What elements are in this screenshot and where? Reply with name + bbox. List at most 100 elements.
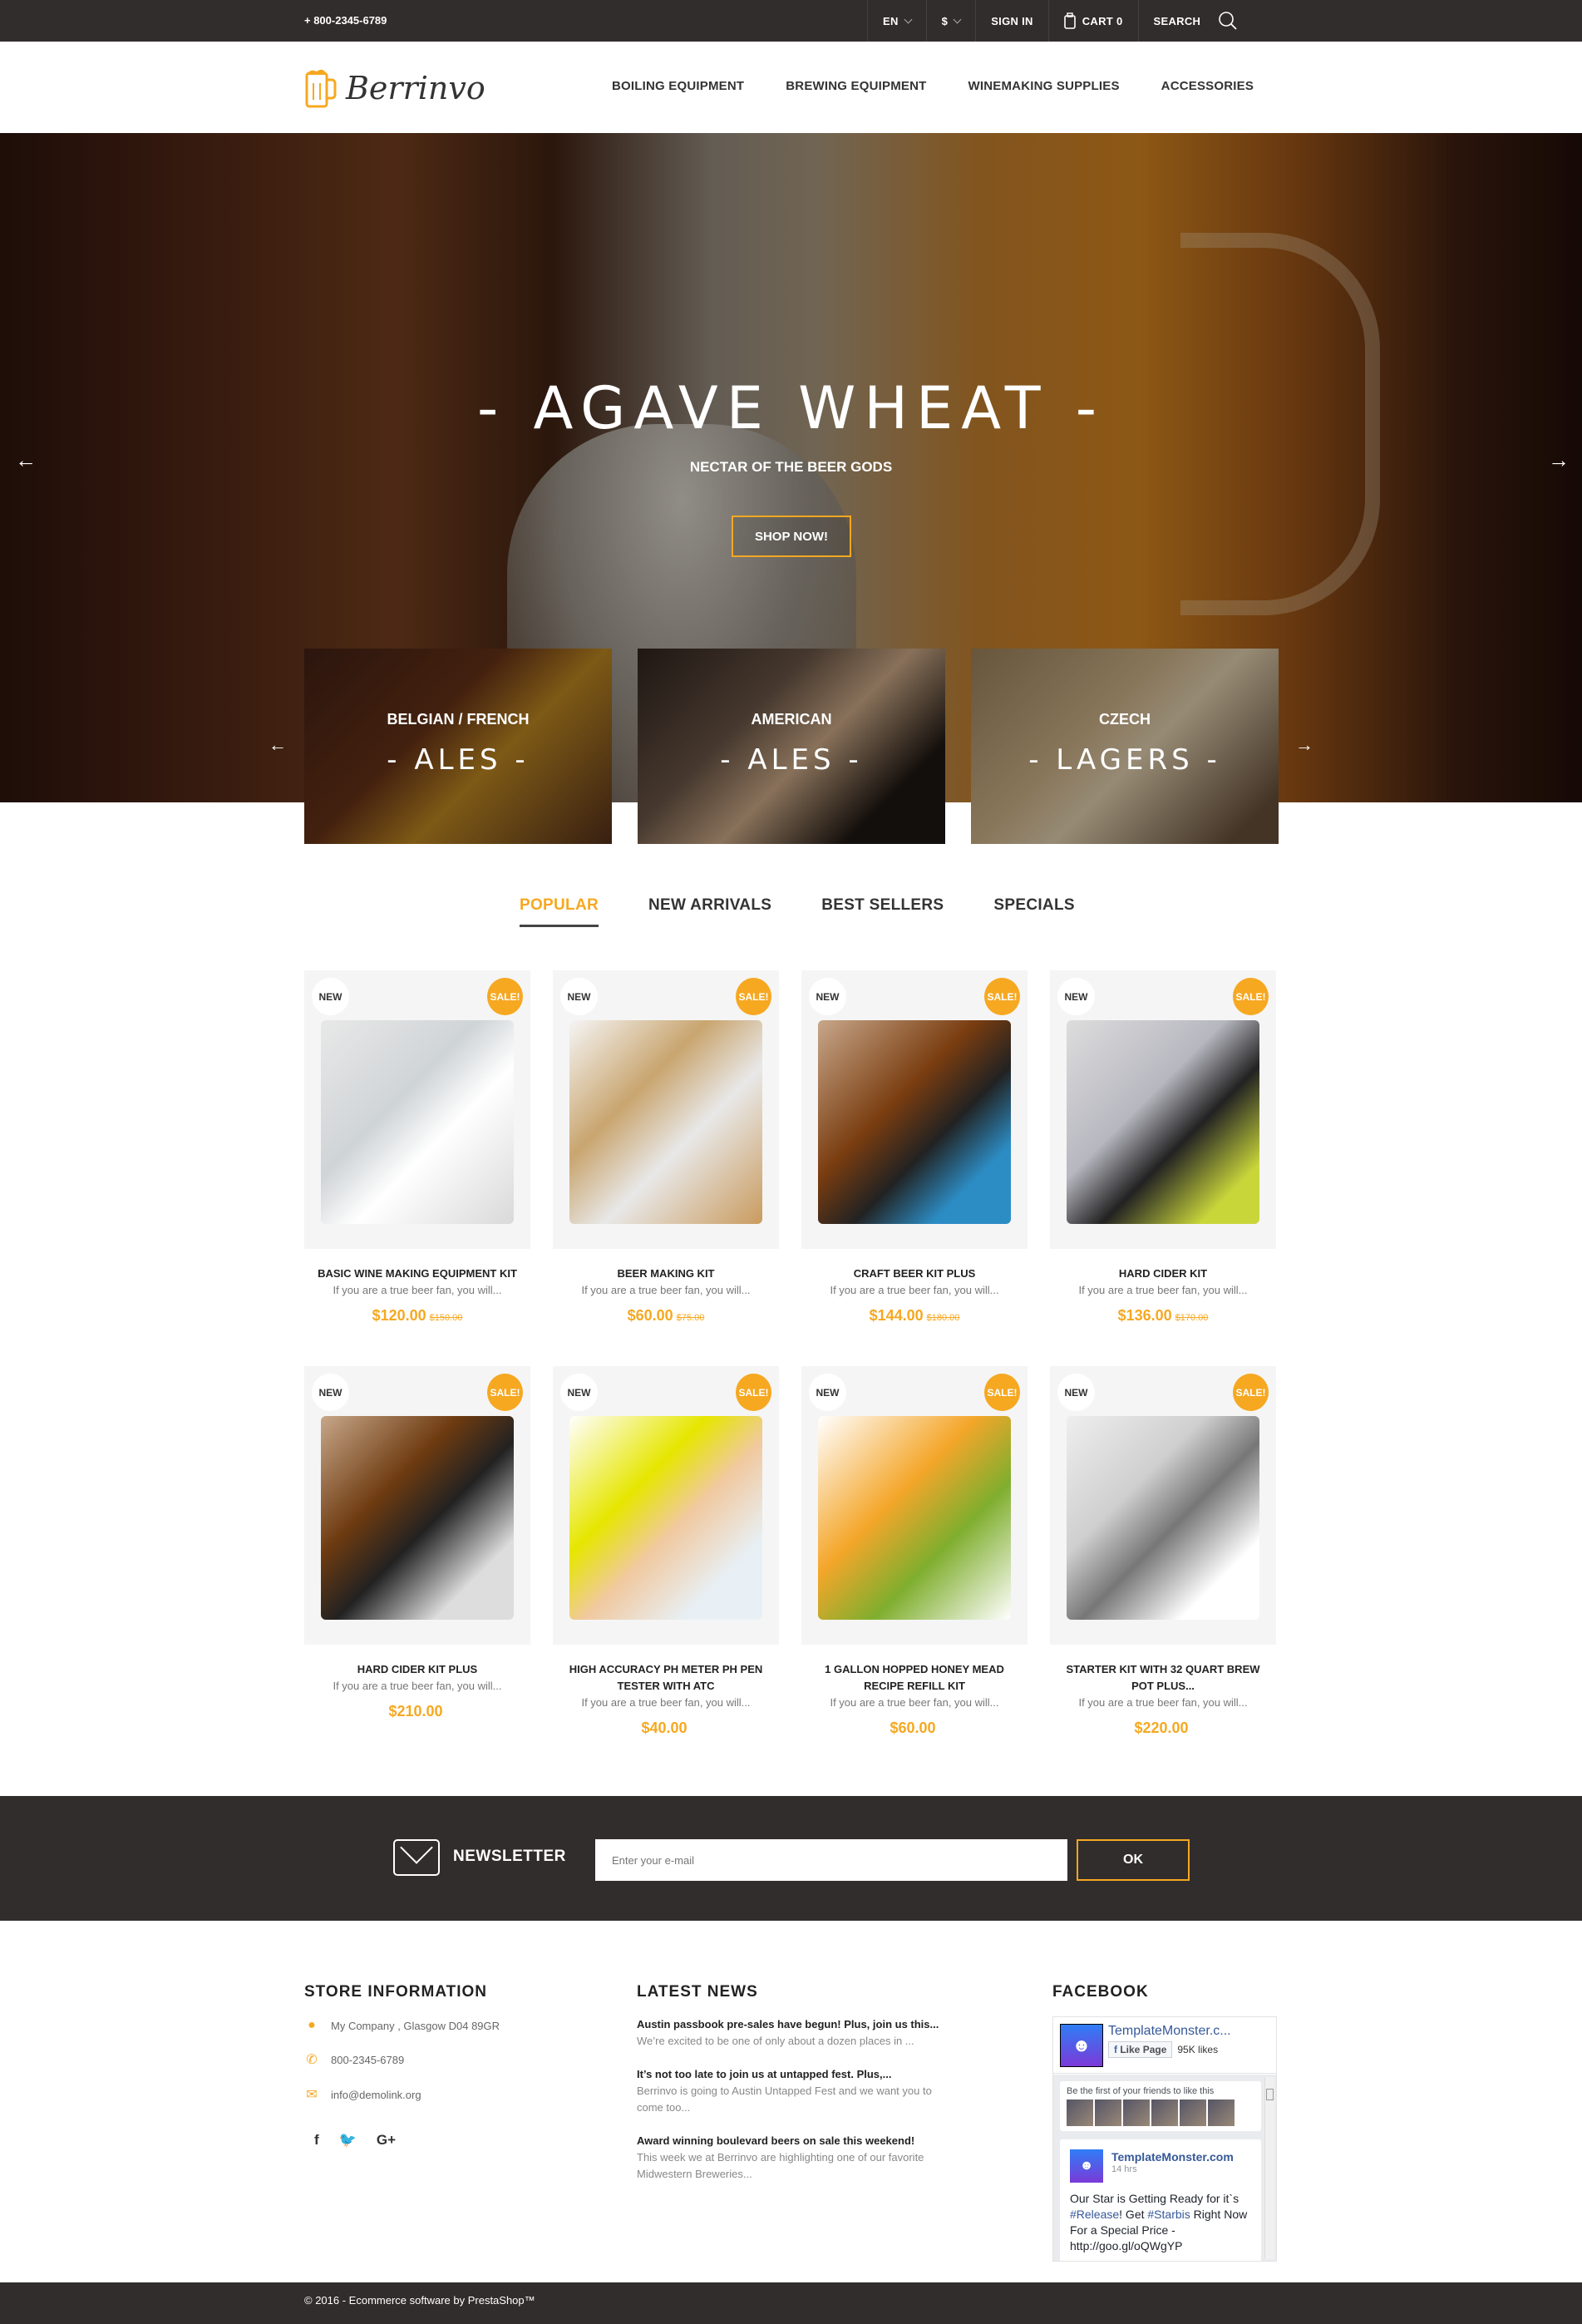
product-image[interactable]: NEW SALE! [553, 970, 779, 1249]
nav-winemaking-supplies[interactable]: WINEMAKING SUPPLIES [968, 79, 1120, 93]
news-title[interactable]: It’s not too late to join us at untapped… [637, 2066, 953, 2083]
tab-new-arrivals[interactable]: NEW ARRIVALS [648, 896, 771, 927]
category-prev-arrow-icon[interactable]: ← [269, 734, 287, 756]
product-card[interactable]: NEW SALE! CRAFT BEER KIT PLUS If you are a … [801, 970, 1028, 1325]
product-image[interactable]: NEW SALE! [801, 970, 1028, 1249]
facebook-icon[interactable]: f [314, 2132, 319, 2149]
google-plus-icon[interactable]: G+ [377, 2132, 396, 2149]
product-image[interactable]: NEW SALE! [801, 1366, 1028, 1645]
category-banner-belgian-ales[interactable]: BELGIAN / FRENCH - ALES - [304, 649, 612, 844]
beer-mug-icon [305, 69, 337, 108]
product-card[interactable]: NEW SALE! 1 GALLON HOPPED HONEY MEAD RECIP… [801, 1366, 1028, 1737]
avatar[interactable] [1151, 2099, 1178, 2126]
facebook-widget: FACEBOOK ☻ TemplateMonster.c... f Like P… [1052, 1983, 1277, 2262]
tab-popular[interactable]: POPULAR [520, 896, 599, 927]
product-price: $210.00 [304, 1703, 530, 1720]
templatemonster-logo-icon[interactable]: ☻ [1060, 2024, 1103, 2067]
product-card[interactable]: NEW SALE! STARTER KIT WITH 32 QUART BREW P… [1050, 1366, 1276, 1737]
hashtag-link[interactable]: #Release [1070, 2208, 1119, 2221]
product-photo [321, 1020, 514, 1224]
product-price: $136.00 $170.00 [1050, 1307, 1276, 1325]
shop-now-button[interactable]: SHOP NOW! [732, 516, 851, 557]
new-badge: NEW [809, 978, 846, 1015]
cart-button[interactable]: CART 0 [1047, 0, 1138, 42]
category-banner-czech-lagers[interactable]: CZECH - LAGERS - [971, 649, 1279, 844]
new-badge: NEW [560, 1374, 598, 1411]
avatar[interactable] [1180, 2099, 1206, 2126]
email-icon: ✉ [306, 2088, 318, 2102]
fb-page-name[interactable]: TemplateMonster.c... [1108, 2024, 1231, 2039]
category-type: - ALES - [720, 743, 863, 777]
nav-brewing-equipment[interactable]: BREWING EQUIPMENT [786, 79, 926, 93]
fb-scrollbar-thumb[interactable] [1266, 2089, 1274, 2100]
news-title[interactable]: Austin passbook pre-sales have begun! Pl… [637, 2016, 953, 2033]
avatar[interactable] [1095, 2099, 1121, 2126]
store-email[interactable]: info@demolink.org [331, 2089, 421, 2101]
product-card[interactable]: NEW SALE! HARD CIDER KIT If you are a true … [1050, 970, 1276, 1325]
templatemonster-logo-icon[interactable]: ☻ [1070, 2149, 1103, 2183]
product-title[interactable]: BASIC WINE MAKING EQUIPMENT KIT [304, 1266, 530, 1282]
tab-specials[interactable]: SPECIALS [993, 896, 1074, 927]
product-title[interactable]: HARD CIDER KIT [1050, 1266, 1276, 1282]
product-description: If you are a true beer fan, you will... [830, 1696, 999, 1709]
hashtag-link[interactable]: #Starbis [1147, 2208, 1190, 2221]
cart-icon [1063, 12, 1076, 29]
news-item[interactable]: Award winning boulevard beers on sale th… [637, 2133, 953, 2183]
arrow-left-icon[interactable]: ← [15, 447, 37, 473]
currency-selector[interactable]: $ [925, 0, 976, 42]
product-photo [569, 1416, 762, 1620]
product-title[interactable]: 1 GALLON HOPPED HONEY MEAD RECIPE REFILL… [801, 1661, 1028, 1695]
product-title[interactable]: HARD CIDER KIT PLUS [304, 1661, 530, 1678]
sign-in-link[interactable]: SIGN IN [975, 0, 1048, 42]
product-description: If you are a true beer fan, you will... [581, 1696, 751, 1709]
product-title[interactable]: HIGH ACCURACY PH METER PH PEN TESTER WIT… [553, 1661, 779, 1695]
newsletter-email-input[interactable] [595, 1839, 1067, 1881]
product-image[interactable]: NEW SALE! [1050, 1366, 1276, 1645]
news-title[interactable]: Award winning boulevard beers on sale th… [637, 2133, 953, 2149]
sale-badge: SALE! [1233, 1374, 1269, 1411]
fb-like-page-button[interactable]: f Like Page [1108, 2041, 1173, 2058]
product-card[interactable]: NEW SALE! BEER MAKING KIT If you are a true… [553, 970, 779, 1325]
category-next-arrow-icon[interactable]: → [1295, 734, 1313, 756]
category-banner-american-ales[interactable]: AMERICAN - ALES - [638, 649, 945, 844]
search-button[interactable]: SEARCH [1137, 0, 1254, 42]
product-card[interactable]: NEW SALE! BASIC WINE MAKING EQUIPMENT KIT I… [304, 970, 530, 1325]
product-photo [818, 1020, 1011, 1224]
new-badge: NEW [312, 978, 349, 1015]
product-card[interactable]: NEW SALE! HIGH ACCURACY PH METER PH PEN TE… [553, 1366, 779, 1737]
social-links: f 🐦 G+ [314, 2132, 500, 2149]
news-item[interactable]: It’s not too late to join us at untapped… [637, 2066, 953, 2116]
product-description: If you are a true beer fan, you will... [581, 1284, 751, 1296]
product-image[interactable]: NEW SALE! [1050, 970, 1276, 1249]
arrow-right-icon[interactable]: → [1548, 447, 1570, 473]
store-information: STORE INFORMATION ● My Company , Glasgow … [304, 1983, 500, 2149]
language-selector[interactable]: EN [867, 0, 926, 42]
product-image[interactable]: NEW SALE! [304, 970, 530, 1249]
product-title[interactable]: BEER MAKING KIT [553, 1266, 779, 1282]
twitter-icon[interactable]: 🐦 [339, 2132, 357, 2149]
news-item[interactable]: Austin passbook pre-sales have begun! Pl… [637, 2016, 953, 2050]
avatar[interactable] [1208, 2099, 1235, 2126]
fb-scrollbar[interactable] [1264, 2077, 1274, 2259]
copyright-bar: © 2016 - Ecommerce software by PrestaSho… [0, 2282, 1582, 2324]
fb-post-author[interactable]: TemplateMonster.com [1111, 2149, 1234, 2164]
newsletter-ok-button[interactable]: OK [1077, 1839, 1190, 1881]
current-price: $210.00 [388, 1703, 443, 1720]
product-title[interactable]: CRAFT BEER KIT PLUS [801, 1266, 1028, 1282]
nav-boiling-equipment[interactable]: BOILING EQUIPMENT [612, 79, 744, 93]
sale-badge: SALE! [984, 978, 1020, 1015]
avatar[interactable] [1067, 2099, 1093, 2126]
main-header: Berrinvo BOILING EQUIPMENT BREWING EQUIP… [0, 42, 1582, 133]
product-image[interactable]: NEW SALE! [553, 1366, 779, 1645]
current-price: $136.00 [1117, 1307, 1172, 1324]
avatar[interactable] [1123, 2099, 1150, 2126]
product-photo [818, 1416, 1011, 1620]
product-title[interactable]: STARTER KIT WITH 32 QUART BREW POT PLUS.… [1050, 1661, 1276, 1695]
tab-best-sellers[interactable]: BEST SELLERS [821, 896, 944, 927]
product-photo [1067, 1416, 1259, 1620]
facebook-heading: FACEBOOK [1052, 1983, 1149, 2001]
logo[interactable]: Berrinvo [304, 67, 485, 110]
product-image[interactable]: NEW SALE! [304, 1366, 530, 1645]
product-card[interactable]: NEW SALE! HARD CIDER KIT PLUS If you are a … [304, 1366, 530, 1737]
nav-accessories[interactable]: ACCESSORIES [1161, 79, 1254, 93]
